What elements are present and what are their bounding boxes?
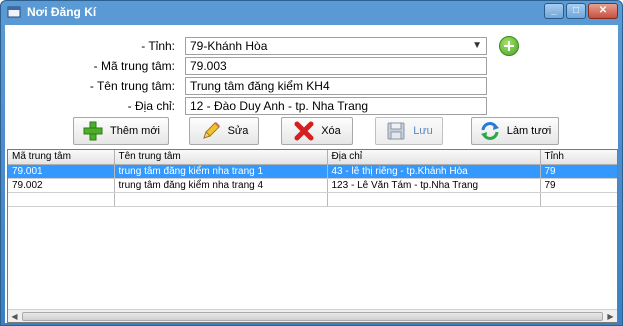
cell-ten[interactable]: trung tâm đăng kiểm nha trang 4 [114, 178, 328, 193]
column-header-ma[interactable]: Mã trung tâm [8, 150, 115, 165]
close-icon: ✕ [598, 5, 608, 16]
refresh-button[interactable]: Làm tươi [471, 117, 559, 145]
table-row[interactable]: 79.002 trung tâm đăng kiểm nha trang 4 1… [8, 178, 617, 193]
delete-button[interactable]: Xóa [281, 117, 353, 145]
edit-button[interactable]: Sửa [189, 117, 259, 145]
column-header-tinh[interactable]: Tỉnh [540, 150, 617, 165]
add-province-button[interactable] [499, 36, 519, 56]
column-header-dia-chi[interactable]: Địa chỉ [327, 150, 541, 165]
pencil-icon [202, 122, 220, 139]
app-icon [7, 6, 21, 18]
plus-icon [83, 121, 103, 141]
minimize-icon: _ [551, 5, 557, 16]
client-area: - Tỉnh: 79-Khánh Hòa ▼ - Mã trung tâm: 7… [5, 25, 618, 323]
tinh-combobox[interactable]: 79-Khánh Hòa ▼ [185, 37, 487, 55]
title-bar[interactable]: Nơi Đăng Kí _ □ ✕ [1, 1, 622, 23]
cell-ma[interactable]: 79.002 [8, 178, 115, 193]
chevron-down-icon[interactable]: ▼ [472, 39, 482, 53]
dia-chi-label: - Địa chỉ: [127, 99, 175, 113]
cell-empty[interactable] [540, 192, 617, 207]
plus-icon [504, 41, 514, 51]
main-window: Nơi Đăng Kí _ □ ✕ - Tỉnh: 79-Khánh Hòa ▼… [0, 0, 623, 326]
cell-empty[interactable] [327, 192, 541, 207]
tinh-value: 79-Khánh Hòa [190, 39, 268, 53]
ten-trung-tam-label: - Tên trung tâm: [89, 79, 175, 93]
floppy-disk-icon [387, 122, 405, 140]
cell-tinh[interactable]: 79 [540, 164, 617, 179]
cell-empty[interactable] [8, 192, 115, 207]
horizontal-scrollbar[interactable]: ◀ ▶ [8, 309, 617, 322]
edit-button-label: Sửa [227, 125, 249, 137]
minimize-button[interactable]: _ [544, 3, 564, 19]
cell-ten[interactable]: trung tâm đăng kiểm nha trang 1 [114, 164, 328, 179]
table-row[interactable]: 79.001 trung tâm đăng kiểm nha trang 1 4… [8, 164, 617, 179]
dia-chi-input[interactable]: 12 - Đào Duy Anh - tp. Nha Trang [185, 97, 487, 115]
window-title: Nơi Đăng Kí [27, 5, 97, 19]
scroll-left-icon[interactable]: ◀ [8, 310, 21, 323]
cell-ma[interactable]: 79.001 [8, 164, 115, 179]
scroll-thumb[interactable] [22, 311, 603, 321]
table-row-new[interactable] [8, 192, 617, 207]
save-button[interactable]: Lưu [375, 117, 443, 145]
tinh-label: - Tỉnh: [141, 39, 175, 53]
refresh-button-label: Làm tươi [506, 125, 552, 137]
cell-tinh[interactable]: 79 [540, 178, 617, 193]
save-button-label: Lưu [413, 125, 433, 137]
ma-trung-tam-input[interactable]: 79.003 [185, 57, 487, 75]
cell-dia-chi[interactable]: 123 - Lê Văn Tám - tp.Nha Trang [327, 178, 541, 193]
ten-trung-tam-input[interactable]: Trung tâm đăng kiểm KH4 [185, 77, 487, 95]
add-button-label: Thêm mới [110, 125, 160, 137]
close-button[interactable]: ✕ [588, 3, 618, 19]
maximize-icon: □ [572, 5, 580, 16]
cell-dia-chi[interactable]: 43 - lê thị riêng - tp.Khánh Hòa [327, 164, 541, 179]
refresh-icon [480, 122, 499, 140]
column-header-ten[interactable]: Tên trung tâm [114, 150, 328, 165]
scroll-right-icon[interactable]: ▶ [604, 310, 617, 323]
grid-header-row: Mã trung tâm Tên trung tâm Địa chỉ Tỉnh [8, 150, 617, 165]
cell-empty[interactable] [114, 192, 328, 207]
ma-trung-tam-label: - Mã trung tâm: [93, 59, 175, 73]
x-icon [294, 121, 314, 141]
add-button[interactable]: Thêm mới [73, 117, 169, 145]
maximize-button[interactable]: □ [566, 3, 586, 19]
data-grid[interactable]: Mã trung tâm Tên trung tâm Địa chỉ Tỉnh … [7, 149, 618, 323]
delete-button-label: Xóa [321, 125, 341, 137]
